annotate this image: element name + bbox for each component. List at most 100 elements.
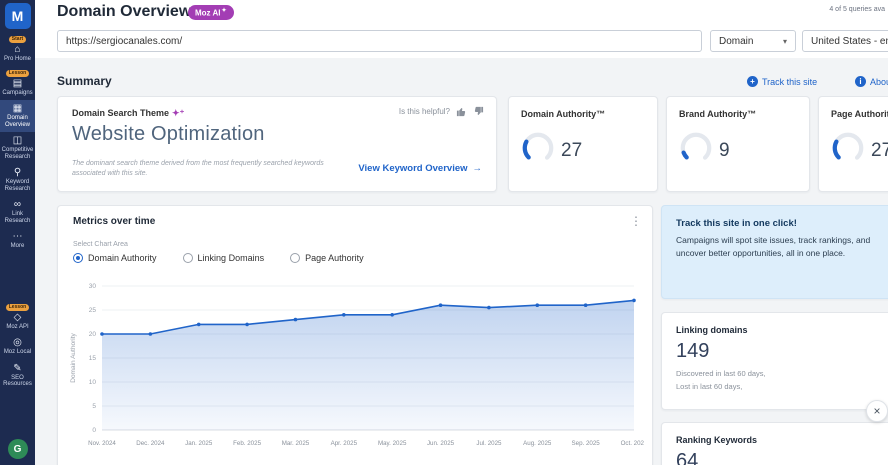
main-content: Summary + Track this site i About Domain…: [35, 58, 888, 465]
metrics-chart-svg: 0 5 10 15 20 25 30 Nov. 2024 Dec. 2024 Jan. 2025 F…: [70, 283, 648, 447]
domain-search-theme-card: Domain Search Theme ✦⁺ Is this helpful? W…: [57, 96, 497, 192]
svg-text:20: 20: [89, 331, 97, 338]
page-authority-gauge: [831, 131, 865, 170]
search-theme-description: The dominant search theme derived from t…: [72, 160, 324, 178]
discovered-label: Discovered in last 60 days,: [676, 369, 766, 378]
svg-text:Mar. 2025: Mar. 2025: [282, 440, 310, 447]
sidebar: M Start ⌂ Pro Home Lesson ▤ Campaigns ▦ …: [0, 0, 35, 465]
home-icon: ⌂: [14, 44, 21, 55]
ranking-keywords-card: Ranking Keywords 64: [661, 422, 888, 465]
radio-domain-authority[interactable]: Domain Authority: [73, 253, 157, 263]
svg-text:25: 25: [89, 307, 97, 314]
linking-domains-value: 149: [676, 340, 710, 362]
kebab-menu-icon[interactable]: ⋮: [630, 214, 642, 228]
metrics-over-time-card: Metrics over time ⋮ Select Chart Area Do…: [57, 205, 653, 465]
svg-text:Jul. 2025: Jul. 2025: [476, 440, 502, 447]
moz-local-icon: ◎: [13, 337, 22, 349]
ranking-keywords-value: 64: [676, 450, 699, 465]
svg-text:10: 10: [89, 379, 97, 386]
summary-heading: Summary: [57, 74, 112, 88]
search-theme-value: Website Optimization: [72, 123, 265, 145]
track-this-site-link[interactable]: + Track this site: [747, 76, 817, 87]
sidebar-item-more[interactable]: ⋯ More: [0, 228, 35, 254]
page-authority-card: Page Authority 27: [818, 96, 888, 192]
svg-text:15: 15: [89, 355, 97, 362]
sidebar-item-seo-resources[interactable]: ✎ SEO Resources: [0, 360, 35, 392]
linking-domains-title: Linking domains: [676, 325, 748, 335]
close-icon[interactable]: ×: [866, 400, 888, 422]
domain-authority-chart: 0 5 10 15 20 25 30 Nov. 2024 Dec. 2024 Jan. 2025 F…: [66, 278, 648, 459]
user-avatar[interactable]: G: [7, 439, 28, 459]
more-icon: ⋯: [12, 231, 23, 242]
start-badge: Start: [8, 36, 27, 43]
domain-overview-icon: ▦: [12, 103, 23, 114]
add-circle-icon: +: [747, 76, 758, 87]
svg-text:Domain Authority: Domain Authority: [70, 333, 77, 383]
radio-icon: [73, 253, 83, 263]
svg-text:30: 30: [89, 283, 97, 290]
brand-authority-title: Brand Authority™: [679, 109, 757, 119]
helpful-widget: Is this helpful?: [399, 106, 484, 117]
view-keyword-overview-link[interactable]: View Keyword Overview →: [358, 163, 482, 174]
sidebar-item-link-research[interactable]: ∞ Link Research: [0, 196, 35, 228]
search-row: Domain ▾ United States - en-US: [35, 26, 888, 58]
sidebar-item-keyword-research[interactable]: ⚲ Keyword Research: [0, 164, 35, 196]
ranking-keywords-title: Ranking Keywords: [676, 435, 758, 445]
lesson-badge: Lesson: [5, 69, 30, 77]
sidebar-item-campaigns[interactable]: Lesson ▤ Campaigns: [0, 67, 35, 101]
svg-text:Jun. 2025: Jun. 2025: [427, 440, 455, 447]
chart-area-radios: Domain Authority Linking Domains Page Au…: [73, 253, 364, 263]
select-chart-area-label: Select Chart Area: [73, 241, 128, 248]
competitive-research-icon: ◫: [12, 135, 23, 146]
info-icon: i: [855, 76, 866, 87]
titlebar: Domain Overview Moz AI✦ 4 of 5 queries a…: [35, 0, 888, 26]
linking-domains-card: Linking domains 149 Discovered in last 6…: [661, 312, 888, 410]
about-link[interactable]: i About: [855, 76, 888, 87]
metrics-title: Metrics over time: [73, 216, 156, 227]
link-research-icon: ∞: [13, 199, 22, 210]
moz-logo[interactable]: M: [4, 3, 31, 29]
page-authority-title: Page Authority: [831, 109, 888, 119]
domain-authority-gauge: [521, 131, 555, 170]
chevron-down-icon: ▾: [782, 36, 787, 46]
domain-search-theme-label: Domain Search Theme ✦⁺: [72, 108, 185, 118]
domain-authority-title: Domain Authority™: [521, 109, 606, 119]
page-authority-value: 27: [871, 139, 888, 161]
brand-authority-gauge: [679, 131, 713, 170]
locale-select[interactable]: United States - en-US: [802, 30, 888, 52]
radio-linking-domains[interactable]: Linking Domains: [182, 253, 264, 263]
svg-text:Aug. 2025: Aug. 2025: [523, 440, 552, 447]
sidebar-item-moz-local[interactable]: ◎ Moz Local: [0, 334, 35, 360]
domain-authority-value: 27: [561, 139, 583, 161]
seo-resources-icon: ✎: [13, 362, 22, 374]
svg-text:Jan. 2025: Jan. 2025: [185, 440, 213, 447]
sparkle-icon: ✦: [221, 8, 227, 14]
track-site-promo-card[interactable]: Track this site in one click! Campaigns …: [661, 205, 888, 299]
svg-text:5: 5: [92, 403, 96, 410]
track-promo-body: Campaigns will spot site issues, track r…: [676, 235, 871, 258]
radio-page-authority[interactable]: Page Authority: [290, 253, 364, 263]
track-promo-title: Track this site in one click!: [676, 218, 797, 229]
sidebar-item-moz-api[interactable]: Lesson ◇ Moz API: [0, 301, 35, 335]
lost-label: Lost in last 60 days,: [676, 382, 743, 391]
sparkle-icon: ✦⁺: [172, 108, 185, 118]
thumbs-down-icon[interactable]: [473, 106, 484, 117]
url-input[interactable]: [57, 30, 702, 52]
svg-text:Feb. 2025: Feb. 2025: [233, 440, 261, 447]
sidebar-item-pro-home[interactable]: Start ⌂ Pro Home: [0, 33, 35, 67]
radio-icon: [290, 253, 301, 263]
radio-icon: [182, 253, 193, 263]
svg-text:0: 0: [92, 427, 96, 434]
svg-text:Nov. 2024: Nov. 2024: [88, 440, 116, 447]
moz-api-icon: ◇: [13, 311, 22, 323]
arrow-right-icon: →: [472, 163, 483, 174]
sidebar-item-domain-overview[interactable]: ▦ Domain Overview: [0, 100, 35, 132]
moz-ai-badge: Moz AI✦: [188, 5, 234, 20]
page-title: Domain Overview: [57, 3, 192, 20]
campaigns-icon: ▤: [12, 77, 23, 89]
sidebar-item-competitive-research[interactable]: ◫ Competitive Research: [0, 132, 35, 164]
thumbs-up-icon[interactable]: [456, 106, 467, 117]
scope-select[interactable]: Domain ▾: [710, 30, 796, 52]
svg-text:Apr. 2025: Apr. 2025: [331, 440, 358, 447]
svg-text:May. 2025: May. 2025: [378, 440, 407, 447]
